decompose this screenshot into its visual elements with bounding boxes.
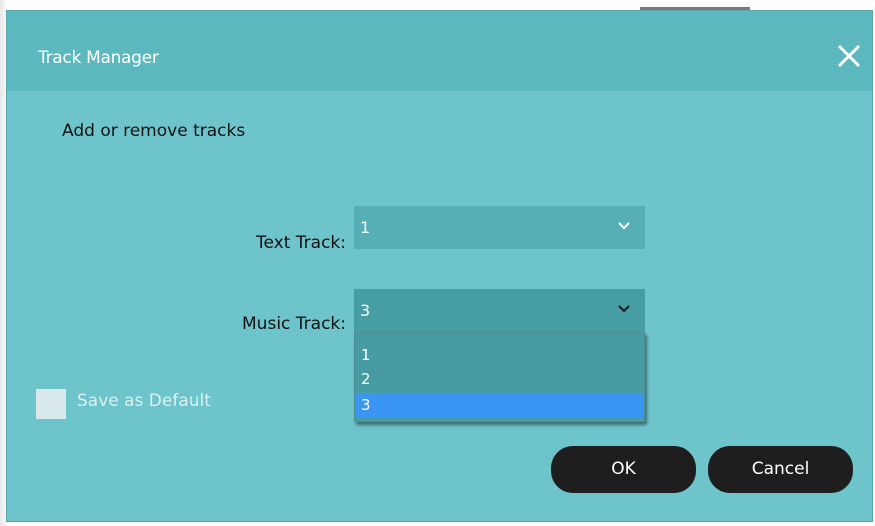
text-track-value: 1: [360, 218, 371, 237]
ok-button[interactable]: OK: [551, 446, 696, 493]
window-top-edge: [0, 0, 875, 10]
chevron-down-icon: [618, 222, 630, 230]
close-icon: [837, 44, 861, 68]
save-default-checkbox[interactable]: [36, 389, 66, 419]
close-button[interactable]: [834, 41, 864, 71]
music-track-value: 3: [360, 301, 371, 320]
music-track-select[interactable]: 3: [354, 289, 645, 332]
cancel-button[interactable]: Cancel: [708, 446, 853, 493]
music-track-label: Music Track:: [242, 314, 346, 334]
chevron-down-icon: [618, 305, 630, 313]
text-track-label: Text Track:: [256, 233, 346, 253]
save-default-label[interactable]: Save as Default: [77, 391, 211, 411]
text-track-select[interactable]: 1: [354, 206, 645, 249]
dropdown-option-2[interactable]: 2: [355, 367, 644, 391]
title-bar: Track Manager: [7, 11, 872, 91]
dialog-title: Track Manager: [38, 48, 159, 68]
music-track-dropdown: 1 2 3: [354, 332, 645, 422]
dropdown-option-3[interactable]: 3: [355, 393, 644, 417]
dropdown-option-1[interactable]: 1: [355, 343, 644, 367]
instruction-text: Add or remove tracks: [62, 121, 246, 141]
